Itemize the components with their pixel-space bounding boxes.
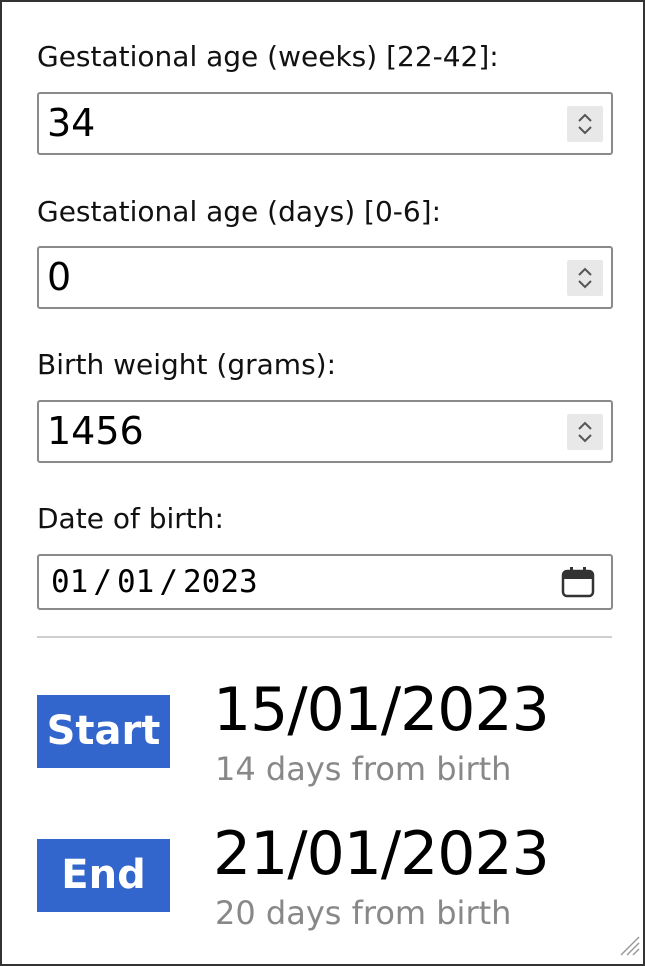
- up-down-chevron-icon: [567, 106, 603, 142]
- weight-input[interactable]: 1456: [37, 400, 613, 463]
- end-badge: End: [37, 839, 170, 912]
- weeks-input-value: 34: [47, 101, 96, 145]
- dob-separator: /: [159, 564, 178, 600]
- dob-year-segment[interactable]: 2023: [183, 564, 258, 600]
- resize-grip-icon[interactable]: [617, 933, 641, 962]
- up-down-chevron-icon: [567, 414, 603, 450]
- start-date: 15/01/2023: [213, 675, 550, 745]
- dob-day-segment[interactable]: 01: [51, 564, 88, 600]
- calendar-icon[interactable]: [561, 566, 595, 603]
- days-input-value: 0: [47, 255, 72, 299]
- dob-label: Date of birth:: [37, 502, 224, 535]
- end-date: 21/01/2023: [213, 819, 550, 889]
- dob-input[interactable]: 01/01/2023: [37, 554, 613, 610]
- days-spinner[interactable]: [567, 260, 603, 296]
- days-label: Gestational age (days) [0-6]:: [37, 195, 442, 228]
- end-subtext: 20 days from birth: [215, 894, 512, 932]
- weight-input-value: 1456: [47, 409, 144, 453]
- start-badge: Start: [37, 695, 170, 768]
- up-down-chevron-icon: [567, 260, 603, 296]
- weight-spinner[interactable]: [567, 414, 603, 450]
- dob-separator: /: [93, 564, 112, 600]
- weeks-label: Gestational age (weeks) [22-42]:: [37, 40, 499, 73]
- weeks-spinner[interactable]: [567, 106, 603, 142]
- section-divider: [37, 636, 612, 638]
- weight-label: Birth weight (grams):: [37, 348, 337, 381]
- dob-month-segment[interactable]: 01: [117, 564, 154, 600]
- start-subtext: 14 days from birth: [215, 750, 512, 788]
- calculator-panel: Gestational age (weeks) [22-42]: 34 Gest…: [0, 0, 645, 966]
- weeks-input[interactable]: 34: [37, 92, 613, 155]
- days-input[interactable]: 0: [37, 246, 613, 309]
